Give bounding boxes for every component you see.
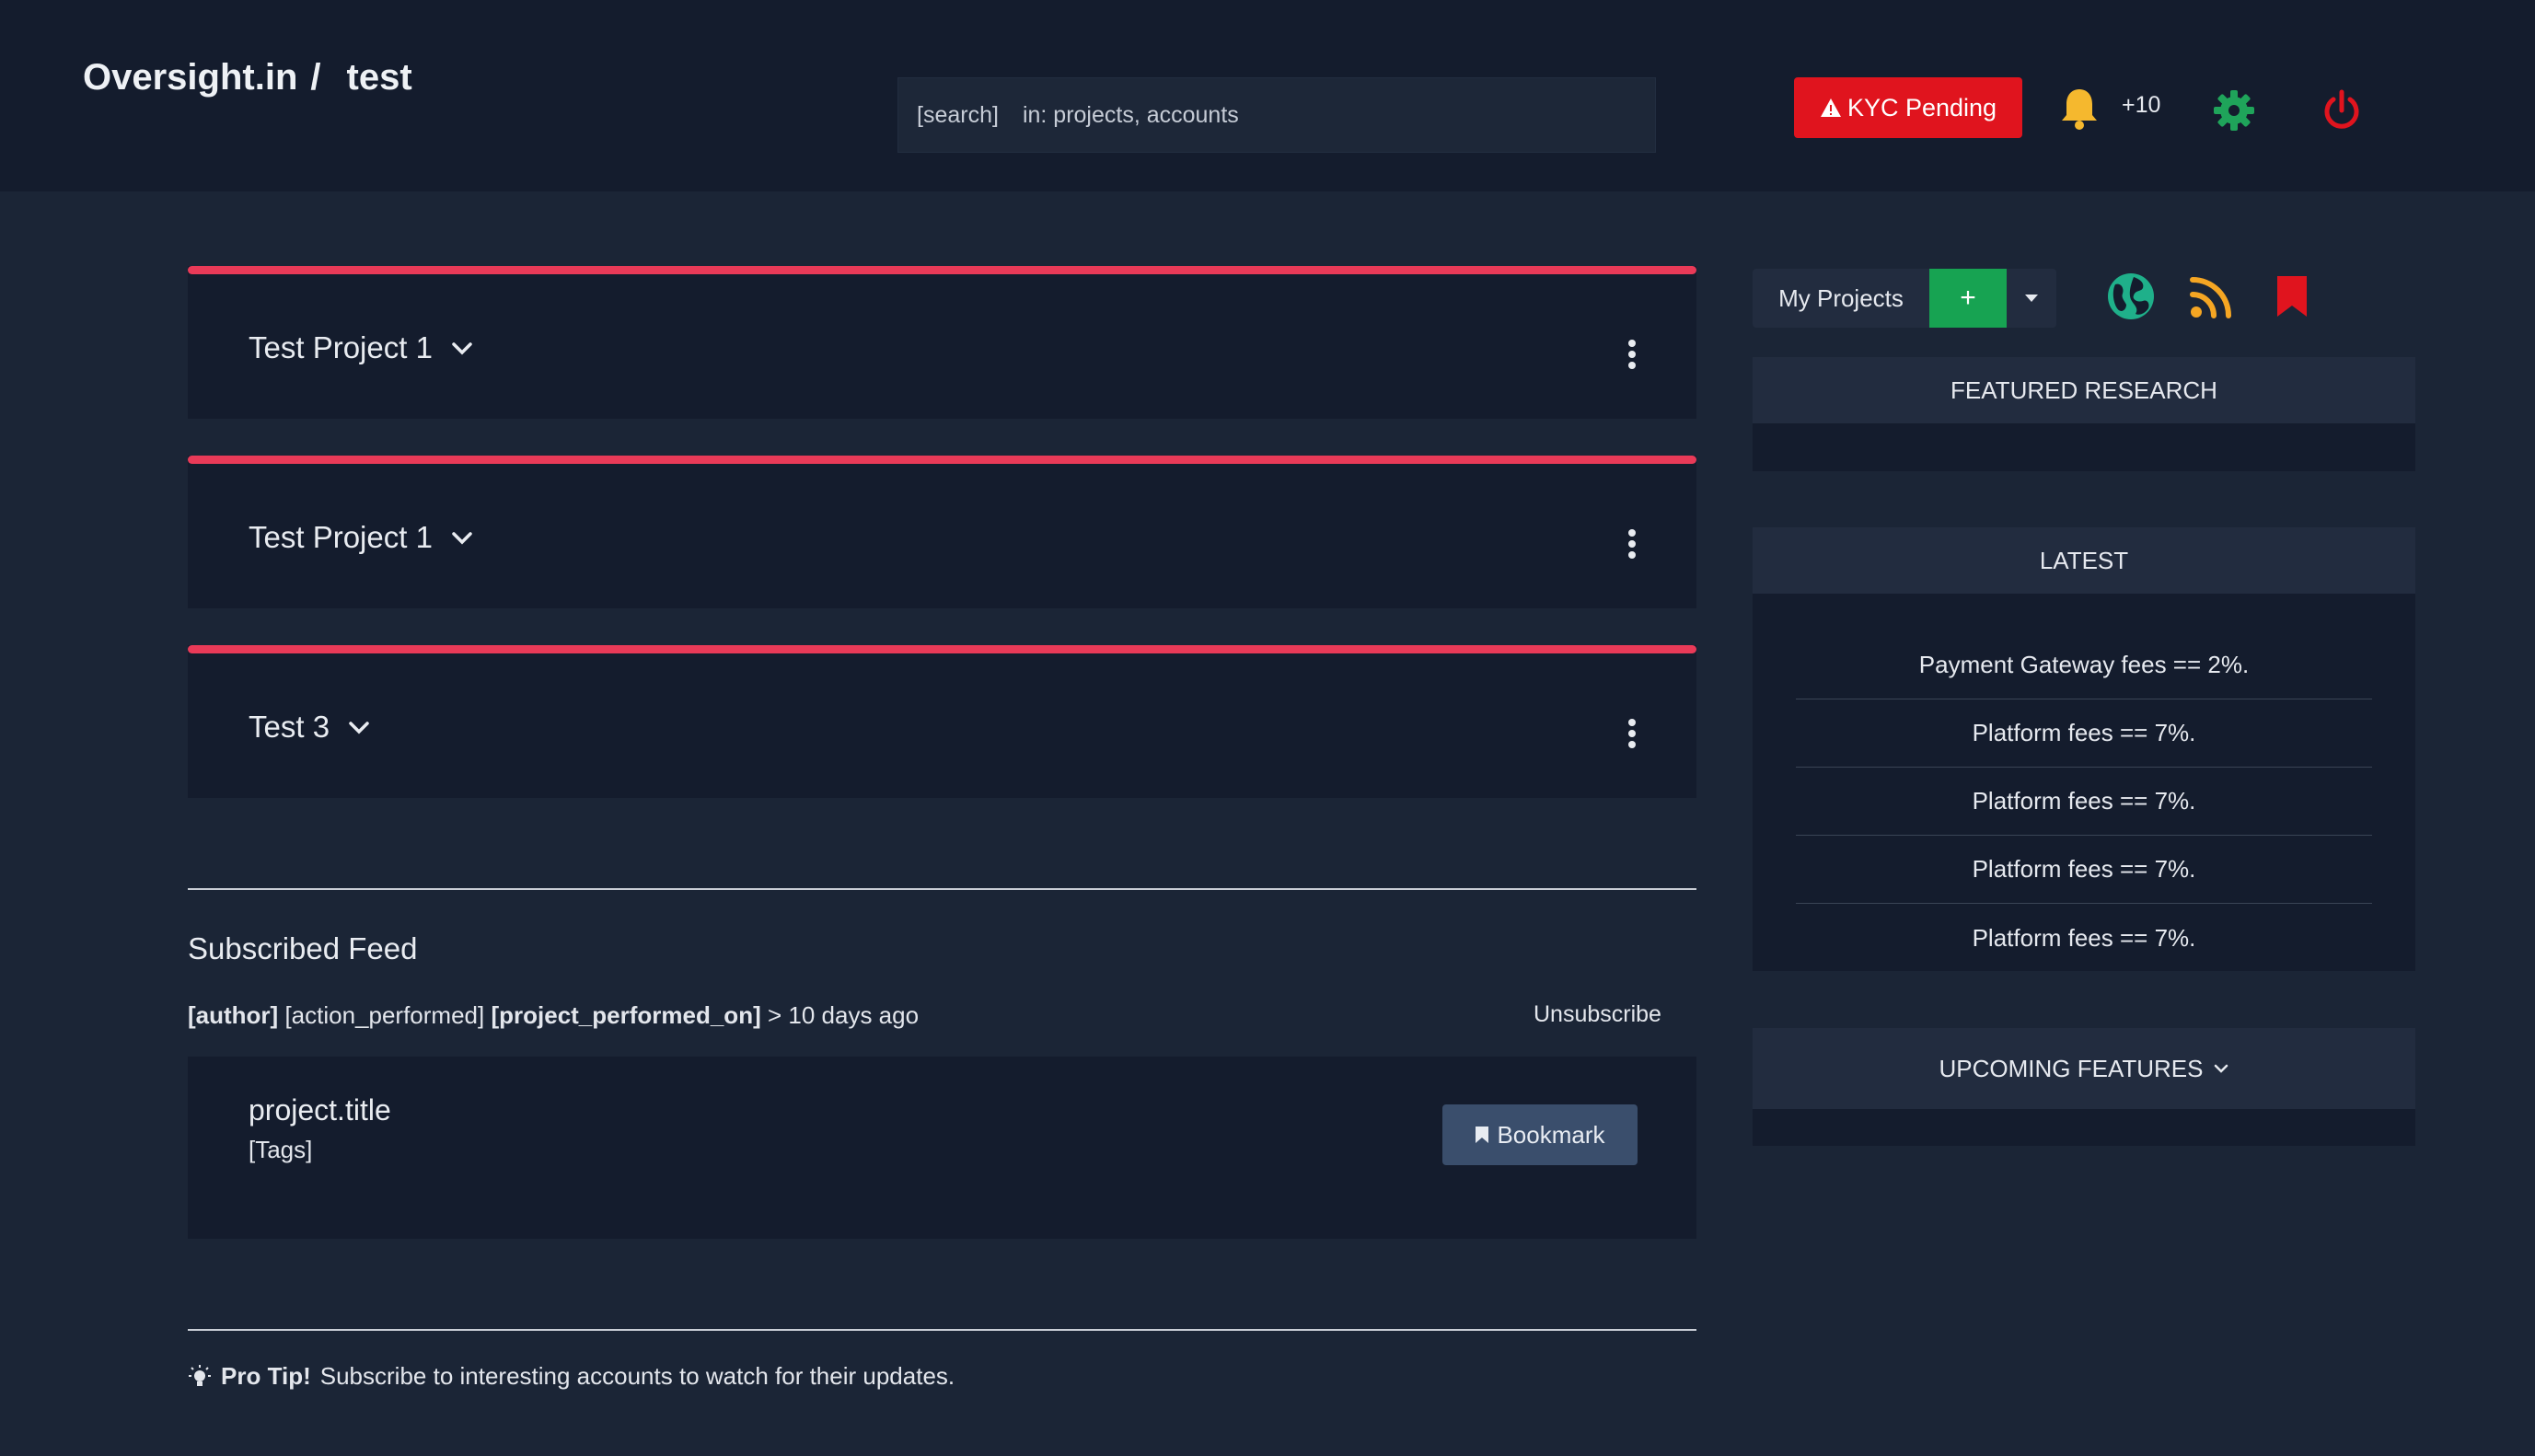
project-status-bar [188,266,1696,274]
section-divider [188,1329,1696,1331]
featured-research-title: FEATURED RESEARCH [1950,376,2217,404]
search-tag: [search] [917,101,999,128]
add-project-button[interactable]: + [1929,269,2007,328]
pro-tip-label: Pro Tip! [221,1362,311,1390]
chevron-down-icon [349,722,369,734]
gear-icon[interactable] [2212,88,2256,133]
latest-item[interactable]: Platform fees == 7%. [1796,768,2372,836]
globe-icon[interactable] [2106,272,2156,321]
notification-count: +10 [2122,92,2161,118]
upcoming-features-title: UPCOMING FEATURES [1939,1054,2204,1082]
search-hint: in: projects, accounts [1022,101,1239,128]
feed-meta: [author] [action_performed] [project_per… [188,1001,919,1030]
lightbulb-icon [189,1364,211,1386]
project-title: Test Project 1 [249,330,433,364]
breadcrumb: Oversight.in / test [83,57,412,98]
latest-item[interactable]: Payment Gateway fees == 2%. [1796,631,2372,699]
project-title-toggle[interactable]: Test Project 1 [249,330,473,365]
project-title: Test 3 [249,710,330,744]
unsubscribe-link[interactable]: Unsubscribe [1534,1001,1661,1028]
kyc-label: KYC Pending [1846,93,1997,121]
top-header: Oversight.in / test [search] in: projects,… [0,0,2535,191]
workspace-link[interactable]: test [347,57,412,98]
my-projects-group: My Projects + [1753,269,2056,328]
upcoming-features-body [1753,1109,2415,1146]
more-options-icon[interactable] [1626,338,1638,371]
latest-item[interactable]: Platform fees == 7%. [1796,904,2372,972]
bookmark-button[interactable]: Bookmark [1442,1104,1638,1165]
rss-icon[interactable] [2190,276,2232,318]
feed-project-tags: [Tags] [249,1136,313,1163]
chevron-down-icon [452,532,472,545]
feed-card: project.title [Tags] Bookmark [188,1057,1696,1239]
latest-title: LATEST [2039,546,2129,574]
power-icon[interactable] [2321,88,2363,133]
project-title-toggle[interactable]: Test 3 [249,710,370,745]
project-status-bar [188,456,1696,464]
feed-heading: Subscribed Feed [188,931,418,965]
project-card: Test 3 [188,645,1696,798]
projects-dropdown-button[interactable] [2007,269,2056,328]
chevron-down-icon [2215,1064,2228,1073]
featured-research-header[interactable]: FEATURED RESEARCH [1753,357,2415,423]
project-card: Test Project 1 [188,266,1696,419]
breadcrumb-separator: / [310,57,321,98]
caret-down-icon [2025,295,2038,302]
latest-item[interactable]: Platform fees == 7%. [1796,836,2372,904]
feed-time: > 10 days ago [767,1001,920,1029]
upcoming-features-header[interactable]: UPCOMING FEATURES [1753,1028,2415,1109]
project-title-toggle[interactable]: Test Project 1 [249,520,473,555]
search-input[interactable]: [search] in: projects, accounts [897,77,1656,153]
bookmark-icon [1476,1127,1489,1143]
latest-header[interactable]: LATEST [1753,527,2415,594]
project-status-bar [188,645,1696,653]
project-card: Test Project 1 [188,456,1696,608]
my-projects-button[interactable]: My Projects [1753,269,1929,328]
brand-link[interactable]: Oversight.in [83,57,297,98]
warning-icon [1820,98,1841,117]
chevron-down-icon [452,342,472,355]
bell-icon[interactable] [2058,87,2101,131]
kyc-pending-button[interactable]: KYC Pending [1794,77,2022,138]
feed-project-performed-on[interactable]: [project_performed_on] [491,1001,760,1029]
more-options-icon[interactable] [1626,717,1638,750]
latest-list: Payment Gateway fees == 2%. Platform fee… [1796,631,2372,972]
more-options-icon[interactable] [1626,527,1638,560]
pro-tip-text: Subscribe to interesting accounts to wat… [319,1362,955,1390]
featured-research-body [1753,423,2415,471]
feed-author[interactable]: [author] [188,1001,278,1029]
section-divider [188,888,1696,890]
bookmark-label: Bookmark [1497,1120,1605,1149]
feed-project-title[interactable]: project.title [249,1093,391,1127]
latest-item[interactable]: Platform fees == 7%. [1796,699,2372,768]
project-title: Test Project 1 [249,520,433,554]
feed-action: [action_performed] [284,1001,485,1029]
pro-tip: Pro Tip! Subscribe to interesting accoun… [188,1362,955,1391]
bookmark-icon[interactable] [2275,274,2309,318]
